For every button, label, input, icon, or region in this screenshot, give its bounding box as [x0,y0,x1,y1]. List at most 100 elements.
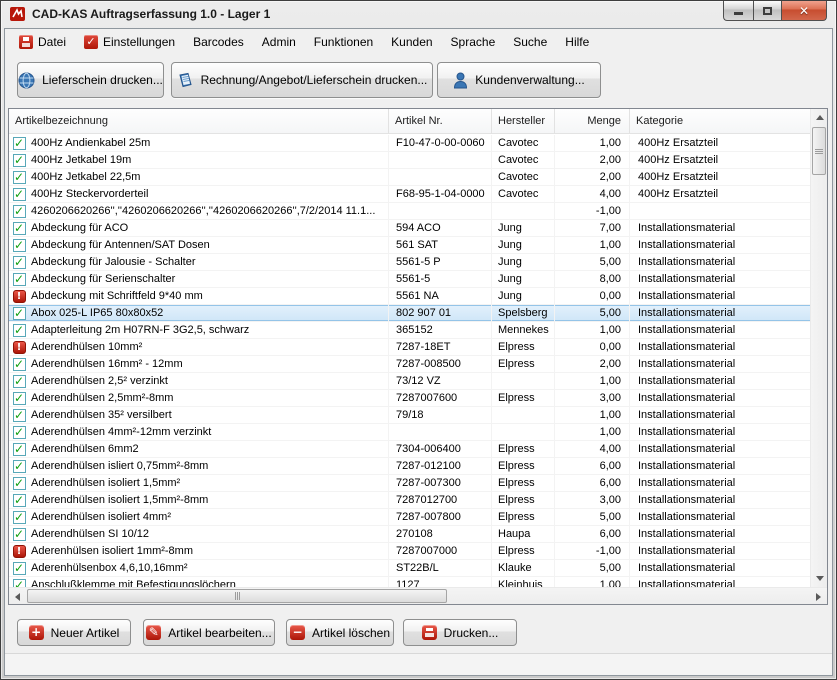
close-button[interactable]: ✕ [782,1,827,21]
table-row[interactable]: ✓Anschlußklemme mit Befestigungslöchern1… [9,577,810,587]
table-row[interactable]: ✓Aderendhülsen 2,5mm²-8mm7287007600Elpre… [9,390,810,407]
table-row[interactable]: ✓400Hz Jetkabel 19mCavotec2,00400Hz Ersa… [9,152,810,169]
scroll-down-icon[interactable] [816,576,824,581]
menu-item-hilfe[interactable]: Hilfe [556,32,598,52]
vertical-scrollbar[interactable] [810,109,827,587]
cell-artikel-nr: 7287007000 [389,543,492,559]
table-row[interactable]: !Aderenhülsen isoliert 1mm²-8mm728700700… [9,543,810,560]
scroll-left-icon[interactable] [15,593,20,601]
row-status-cell: ✓ [9,356,29,372]
check-icon: ✓ [13,273,26,286]
cell-kategorie: 400Hz Ersatzteil [630,152,810,168]
artikel-loeschen-button[interactable]: − Artikel löschen [286,619,394,646]
window-title: CAD-KAS Auftragserfassung 1.0 - Lager 1 [32,7,270,21]
table-row[interactable]: ✓Aderendhülsen isoliert 4mm²7287-007800E… [9,509,810,526]
cell-kategorie: 400Hz Ersatzteil [630,186,810,202]
menu-bar: Datei ✓ Einstellungen Barcodes Admin Fun… [5,29,832,55]
title-bar[interactable]: CAD-KAS Auftragserfassung 1.0 - Lager 1 … [1,1,836,28]
menu-item-barcodes[interactable]: Barcodes [184,32,253,52]
table-row[interactable]: ✓Aderendhülsen 4mm²-12mm verzinkt1,00Ins… [9,424,810,441]
table-row[interactable]: ✓Aderendhülsen 16mm² - 12mm7287-008500El… [9,356,810,373]
close-icon: ✕ [799,4,809,18]
table-row[interactable]: ✓4260206620266'',''4260206620266'',''426… [9,203,810,220]
table-row[interactable]: !Abdeckung mit Schriftfeld 9*40 mm5561 N… [9,288,810,305]
column-header-menge[interactable]: Menge [555,109,630,134]
neuer-artikel-button[interactable]: + Neuer Artikel [17,619,131,646]
table-row[interactable]: ✓400Hz SteckervorderteilF68-95-1-04-0000… [9,186,810,203]
row-status-cell: ✓ [9,458,29,474]
check-icon: ✓ [13,477,26,490]
minimize-icon [734,12,743,15]
cell-hersteller: Mennekes [492,322,555,338]
menu-item-funktionen[interactable]: Funktionen [305,32,382,52]
table-row[interactable]: ✓Aderendhülsen isoliert 1,5mm²-8mm728701… [9,492,810,509]
minimize-button[interactable] [723,1,753,21]
table-row[interactable]: ✓Abdeckung für Serienschalter5561-5Jung8… [9,271,810,288]
table-row[interactable]: ✓Abox 025-L IP65 80x80x52802 907 01Spels… [9,305,810,322]
menu-item-datei[interactable]: Datei [10,32,75,52]
check-icon: ✓ [13,426,26,439]
column-header-artikelbezeichnung[interactable]: Artikelbezeichnung [9,109,389,134]
cell-kategorie: Installationsmaterial [630,492,810,508]
table-row[interactable]: ✓Aderendhülsen SI 10/12270108Haupa6,00In… [9,526,810,543]
row-status-cell: ✓ [9,203,29,219]
cell-kategorie: Installationsmaterial [630,424,810,440]
horizontal-scroll-thumb[interactable] [27,589,447,603]
lieferschein-drucken-button[interactable]: Lieferschein drucken... [17,62,164,98]
menu-item-sprache[interactable]: Sprache [442,32,505,52]
cell-hersteller: Elpress [492,475,555,491]
table-row[interactable]: ✓Aderendhülsen isoliert 1,5mm²7287-00730… [9,475,810,492]
row-status-cell: ✓ [9,407,29,423]
table-row[interactable]: !Aderendhülsen 10mm²7287-18ETElpress0,00… [9,339,810,356]
table-row[interactable]: ✓Aderendhülsen 6mm27304-006400Elpress4,0… [9,441,810,458]
cell-kategorie: Installationsmaterial [630,407,810,423]
cell-artikel-nr: 7287-18ET [389,339,492,355]
cell-hersteller: Elpress [492,492,555,508]
row-status-cell: ✓ [9,390,29,406]
table-row[interactable]: ✓400Hz Andienkabel 25mF10-47-0-00-0060Ca… [9,135,810,152]
check-icon: ✓ [13,494,26,507]
table-row[interactable]: ✓Aderendhülsen isliert 0,75mm²-8mm7287-0… [9,458,810,475]
table-row[interactable]: ✓400Hz Jetkabel 22,5mCavotec2,00400Hz Er… [9,169,810,186]
table-row[interactable]: ✓Aderendhülsen 2,5² verzinkt73/12 VZ1,00… [9,373,810,390]
cell-hersteller: Jung [492,288,555,304]
cell-artikelbezeichnung: 400Hz Jetkabel 19m [29,152,389,168]
menu-item-suche[interactable]: Suche [504,32,556,52]
cell-artikelbezeichnung: Aderendhülsen 35² versilbert [29,407,389,423]
column-header-artikel-nr[interactable]: Artikel Nr. [389,109,492,134]
check-icon: ✓ [13,307,26,320]
rechnung-drucken-button[interactable]: Rechnung/Angebot/Lieferschein drucken... [171,62,433,98]
menu-item-admin[interactable]: Admin [253,32,305,52]
cell-kategorie: Installationsmaterial [630,526,810,542]
table-row[interactable]: ✓Abdeckung für ACO594 ACOJung7,00Install… [9,220,810,237]
table-row[interactable]: ✓Aderenhülsenbox 4,6,10,16mm²ST22B/LKlau… [9,560,810,577]
maximize-button[interactable] [753,1,782,21]
artikel-bearbeiten-button[interactable]: ✎ Artikel bearbeiten... [143,619,275,646]
cell-kategorie: Installationsmaterial [630,271,810,287]
scroll-right-icon[interactable] [816,593,821,601]
cell-kategorie: 400Hz Ersatzteil [630,135,810,151]
drucken-button[interactable]: Drucken... [403,619,517,646]
column-header-kategorie[interactable]: Kategorie [630,109,810,134]
cell-kategorie: Installationsmaterial [630,356,810,372]
scroll-up-icon[interactable] [816,115,824,120]
cell-hersteller: Elpress [492,509,555,525]
vertical-scroll-thumb[interactable] [812,127,826,175]
table-header: Artikelbezeichnung Artikel Nr. Herstelle… [9,109,810,134]
table-row[interactable]: ✓Abdeckung für Antennen/SAT Dosen561 SAT… [9,237,810,254]
cell-kategorie: Installationsmaterial [630,339,810,355]
menu-item-einstellungen[interactable]: ✓ Einstellungen [75,32,184,52]
menu-label: Kunden [391,35,432,49]
cell-artikel-nr: 1127 [389,577,492,587]
menu-item-kunden[interactable]: Kunden [382,32,441,52]
table-row[interactable]: ✓Adapterleitung 2m H07RN-F 3G2,5, schwar… [9,322,810,339]
cell-artikelbezeichnung: Aderendhülsen 6mm2 [29,441,389,457]
kundenverwaltung-button[interactable]: Kundenverwaltung... [437,62,601,98]
button-label: Drucken... [444,626,499,640]
table-row[interactable]: ✓Abdeckung für Jalousie - Schalter5561-5… [9,254,810,271]
cell-artikelbezeichnung: Abdeckung für ACO [29,220,389,236]
horizontal-scrollbar[interactable] [9,587,827,604]
column-header-hersteller[interactable]: Hersteller [492,109,555,134]
table-row[interactable]: ✓Aderendhülsen 35² versilbert79/181,00In… [9,407,810,424]
cell-menge: 4,00 [555,441,630,457]
